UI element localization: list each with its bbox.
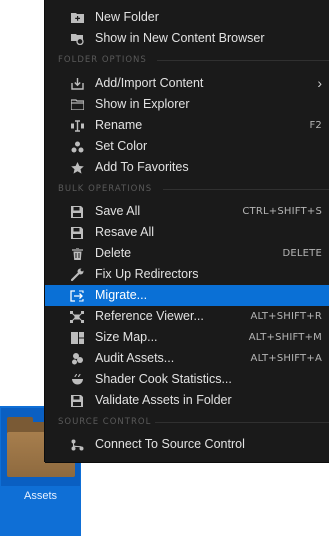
audit-icon (70, 352, 84, 365)
section-folder-options: FOLDER OPTIONS (45, 50, 329, 71)
menu-item-fix-up-redirectors[interactable]: Fix Up Redirectors (45, 264, 329, 285)
trash-icon (70, 247, 84, 260)
menu-item-audit-assets[interactable]: Audit Assets... ALT+SHIFT+A (45, 348, 329, 369)
menu-item-resave-all[interactable]: Resave All (45, 222, 329, 243)
menu-item-new-folder[interactable]: New Folder (45, 7, 329, 28)
menu-item-show-in-new-content-browser[interactable]: Show in New Content Browser (45, 28, 329, 49)
menu-item-save-all[interactable]: Save All CTRL+SHIFT+S (45, 201, 329, 222)
reference-viewer-icon (70, 310, 84, 323)
menu-item-validate-assets-in-folder[interactable]: Validate Assets in Folder (45, 390, 329, 411)
star-icon (70, 161, 84, 174)
section-label: FOLDER OPTIONS (58, 55, 147, 65)
section-label: SOURCE CONTROL (58, 417, 152, 427)
shortcut-label: ALT+SHIFT+M (248, 332, 322, 343)
section-divider (157, 60, 329, 61)
palette-icon (70, 140, 84, 153)
menu-item-show-in-explorer[interactable]: Show in Explorer (45, 94, 329, 115)
asset-label: Assets (23, 490, 57, 502)
explorer-icon (70, 98, 84, 111)
menu-item-shader-cook-statistics[interactable]: Shader Cook Statistics... (45, 369, 329, 390)
menu-item-add-import-content[interactable]: Add/Import Content › (45, 73, 329, 94)
section-source-control: SOURCE CONTROL (45, 412, 329, 433)
shader-icon (70, 373, 84, 386)
context-menu: New Folder Show in New Content Browser F… (45, 0, 329, 462)
menu-item-rename[interactable]: Rename F2 (45, 115, 329, 136)
shortcut-label: CTRL+SHIFT+S (242, 206, 322, 217)
validate-icon (70, 394, 84, 407)
section-label: BULK OPERATIONS (58, 184, 153, 194)
section-bulk-operations: BULK OPERATIONS (45, 179, 329, 200)
import-icon (70, 77, 84, 90)
shortcut-label: ALT+SHIFT+R (250, 311, 322, 322)
size-map-icon (70, 331, 84, 344)
shortcut-label: ALT+SHIFT+A (250, 353, 322, 364)
section-divider (163, 189, 329, 190)
content-browser-icon (70, 32, 84, 45)
menu-item-migrate[interactable]: Migrate... (45, 285, 329, 306)
save-icon (70, 205, 84, 218)
menu-item-set-color[interactable]: Set Color (45, 136, 329, 157)
save-icon (70, 226, 84, 239)
menu-item-size-map[interactable]: Size Map... ALT+SHIFT+M (45, 327, 329, 348)
menu-item-reference-viewer[interactable]: Reference Viewer... ALT+SHIFT+R (45, 306, 329, 327)
menu-item-delete[interactable]: Delete DELETE (45, 243, 329, 264)
wrench-icon (70, 268, 84, 281)
section-divider (155, 422, 329, 423)
shortcut-label: F2 (309, 120, 322, 131)
menu-item-connect-to-source-control[interactable]: Connect To Source Control (45, 434, 329, 455)
submenu-arrow-icon: › (317, 75, 322, 91)
menu-item-add-to-favorites[interactable]: Add To Favorites (45, 157, 329, 178)
rename-icon (70, 119, 84, 132)
migrate-icon (70, 289, 84, 302)
shortcut-label: DELETE (282, 248, 322, 259)
new-folder-icon (70, 11, 84, 24)
source-control-icon (70, 438, 84, 451)
